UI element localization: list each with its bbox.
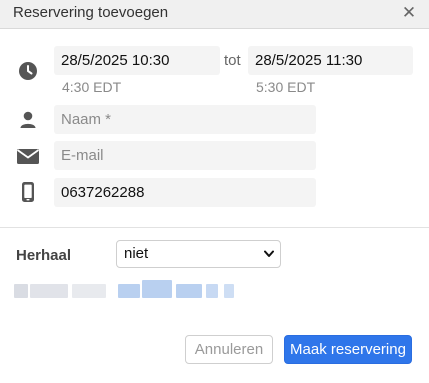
end-timezone-label: 5:30 EDT bbox=[256, 79, 316, 95]
reservation-dialog: Reservering toevoegen ✕ 28/5/2025 10:30 … bbox=[0, 0, 429, 383]
make-reservation-button[interactable]: Maak reservering bbox=[284, 335, 412, 364]
repeat-select[interactable]: niet bbox=[116, 240, 281, 268]
start-timezone-label: 4:30 EDT bbox=[62, 79, 122, 95]
person-icon bbox=[20, 111, 36, 128]
time-separator: tot bbox=[224, 52, 241, 69]
repeat-select-value: niet bbox=[124, 245, 149, 262]
repeat-label: Herhaal bbox=[16, 247, 72, 264]
dialog-titlebar: Reservering toevoegen ✕ bbox=[0, 0, 429, 29]
name-input[interactable]: Naam * bbox=[54, 105, 316, 134]
clock-icon bbox=[19, 62, 37, 80]
email-input[interactable]: E-mail bbox=[54, 141, 316, 170]
start-datetime-input[interactable]: 28/5/2025 10:30 bbox=[54, 46, 220, 75]
phone-icon bbox=[22, 182, 34, 202]
chevron-down-icon bbox=[264, 250, 274, 257]
dialog-title: Reservering toevoegen bbox=[13, 4, 169, 21]
envelope-icon bbox=[16, 149, 40, 164]
section-divider bbox=[0, 227, 429, 228]
close-icon[interactable]: ✕ bbox=[401, 3, 417, 23]
end-datetime-input[interactable]: 28/5/2025 11:30 bbox=[248, 46, 413, 75]
cancel-button[interactable]: Annuleren bbox=[185, 335, 273, 364]
phone-input[interactable]: 0637262288 bbox=[54, 178, 316, 207]
